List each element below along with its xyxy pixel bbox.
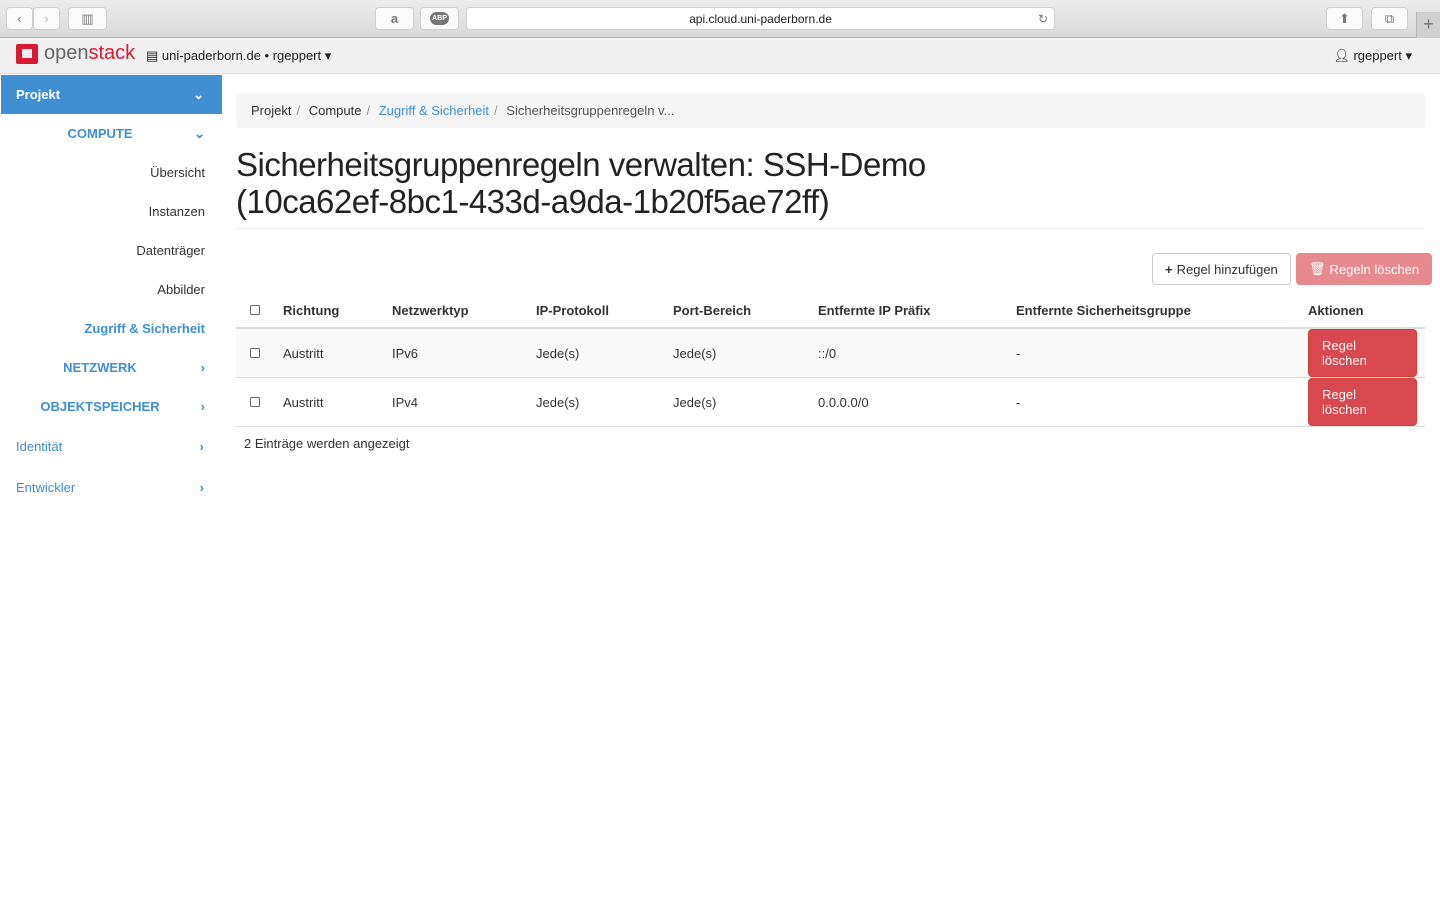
sidebar: Projekt ⌄ COMPUTE ⌄ Übersicht Instanzen Da… bbox=[0, 75, 222, 508]
chevron-right-icon: › bbox=[200, 399, 205, 414]
cell-netzwerktyp: IPv4 bbox=[384, 377, 528, 427]
cell-ip-praefix: 0.0.0.0/0 bbox=[810, 377, 1008, 427]
user-label: rgeppert bbox=[1353, 48, 1402, 63]
user-icon: 👤︎ bbox=[1333, 48, 1354, 63]
cell-port-bereich: Jede(s) bbox=[665, 377, 810, 427]
col-ip-protokoll[interactable]: IP-Protokoll bbox=[528, 293, 665, 329]
sidebar-project-label: Projekt bbox=[16, 87, 61, 102]
col-richtung[interactable]: Richtung bbox=[275, 293, 384, 329]
sidebar-item-uebersicht[interactable]: Übersicht bbox=[0, 153, 222, 192]
openstack-logo[interactable]: open stack bbox=[16, 42, 135, 65]
col-sicherheitsgruppe[interactable]: Entfernte Sicherheitsgruppe bbox=[1008, 293, 1300, 329]
user-menu[interactable]: 👤︎ rgeppert ▾ bbox=[1333, 48, 1412, 64]
sidebar-compute-label: COMPUTE bbox=[67, 126, 133, 141]
table-row: Austritt IPv4 Jede(s) Jede(s) 0.0.0.0/0 … bbox=[236, 377, 1425, 427]
sidebar-netzwerk[interactable]: NETZWERK › bbox=[0, 348, 205, 387]
delete-rules-label: Regeln löschen bbox=[1329, 261, 1420, 277]
caret-down-icon: ▾ bbox=[1401, 48, 1412, 63]
sidebar-compute[interactable]: COMPUTE ⌄ bbox=[0, 114, 206, 153]
browser-toolbar: ‹ › ▥ a ABP api.cloud.uni-paderborn.de ↻ … bbox=[0, 0, 1440, 38]
sidebar-identitaet[interactable]: Identität › bbox=[0, 426, 222, 467]
chevron-right-icon: › bbox=[199, 439, 204, 454]
sidebar-project[interactable]: Projekt ⌄ bbox=[1, 75, 222, 114]
add-rule-label: Regel hinzufügen bbox=[1176, 261, 1278, 277]
server-icon: ▤ bbox=[146, 48, 162, 63]
breadcrumb-projekt: Projekt bbox=[251, 103, 292, 118]
cell-richtung: Austritt bbox=[275, 328, 384, 378]
project-label: uni-paderborn.de • rgeppert bbox=[161, 48, 322, 63]
reload-icon[interactable]: ↻ bbox=[1038, 8, 1048, 30]
share-icon: ⬆ bbox=[1339, 10, 1350, 26]
row-checkbox[interactable] bbox=[250, 347, 260, 358]
col-aktionen: Aktionen bbox=[1300, 293, 1425, 329]
rules-table: Richtung Netzwerktyp IP-Protokoll Port-B… bbox=[236, 293, 1425, 427]
entries-count: 2 Einträge werden angezeigt bbox=[244, 436, 410, 451]
sidebar-toggle-button[interactable]: ▥ bbox=[68, 7, 107, 30]
logo-text-accent: stack bbox=[88, 42, 136, 64]
cell-netzwerktyp: IPv6 bbox=[384, 328, 528, 378]
cell-richtung: Austritt bbox=[275, 377, 384, 427]
col-ip-praefix[interactable]: Entfernte IP Präfix bbox=[810, 293, 1008, 329]
chevron-left-icon: ‹ bbox=[17, 11, 22, 26]
row-checkbox[interactable] bbox=[250, 396, 260, 407]
plus-icon: + bbox=[1165, 261, 1173, 277]
table-row: Austritt IPv6 Jede(s) Jede(s) ::/0 - Reg… bbox=[236, 328, 1425, 378]
new-tab-button[interactable]: + bbox=[1416, 12, 1440, 38]
delete-rule-button[interactable]: Regel löschen bbox=[1308, 378, 1417, 426]
project-selector[interactable]: ▤ uni-paderborn.de • rgeppert ▾ bbox=[146, 48, 331, 64]
breadcrumb: Projekt / Compute / Zugriff & Sicherheit / … bbox=[236, 93, 1425, 128]
openstack-topbar: open stack ▤ uni-paderborn.de • rgeppert … bbox=[0, 38, 1440, 74]
sidebar-item-abbilder[interactable]: Abbilder bbox=[0, 270, 222, 309]
sidebar-objektspeicher[interactable]: OBJEKTSPEICHER › bbox=[0, 387, 205, 426]
title-line-2: (10ca62ef-8bc1-433d-a9da-1b20f5ae72ff) bbox=[236, 183, 830, 220]
sidebar-item-datentraeger[interactable]: Datenträger bbox=[0, 231, 222, 270]
logo-icon bbox=[16, 43, 38, 64]
delete-rule-button[interactable]: Regel löschen bbox=[1308, 329, 1417, 377]
back-button[interactable]: ‹ bbox=[6, 7, 33, 30]
col-netzwerktyp[interactable]: Netzwerktyp bbox=[384, 293, 528, 329]
adblock-button[interactable]: ABP bbox=[420, 7, 459, 30]
url-text: api.cloud.uni-paderborn.de bbox=[689, 12, 832, 26]
amazon-icon: a bbox=[390, 11, 399, 26]
cell-ip-protokoll: Jede(s) bbox=[528, 328, 665, 378]
title-line-1: Sicherheitsgruppenregeln verwalten: SSH-… bbox=[236, 146, 926, 183]
forward-button[interactable]: › bbox=[33, 7, 60, 30]
tabs-button[interactable]: ⧉ bbox=[1371, 7, 1408, 30]
abp-icon: ABP bbox=[430, 12, 449, 25]
cell-sicherheitsgruppe: - bbox=[1008, 328, 1300, 378]
chevron-right-icon: › bbox=[44, 11, 49, 26]
sidebar-item-instanzen[interactable]: Instanzen bbox=[0, 192, 222, 231]
chevron-right-icon: › bbox=[200, 360, 205, 375]
logo-text: open bbox=[44, 42, 89, 64]
add-rule-button[interactable]: + Regel hinzufügen bbox=[1152, 253, 1291, 285]
delete-rules-button[interactable]: 🗑︎ Regeln löschen bbox=[1296, 253, 1433, 285]
chevron-right-icon: › bbox=[199, 480, 204, 495]
breadcrumb-compute: Compute bbox=[308, 103, 362, 118]
tabs-icon: ⧉ bbox=[1384, 10, 1395, 26]
cell-port-bereich: Jede(s) bbox=[665, 328, 810, 378]
share-button[interactable]: ⬆ bbox=[1326, 7, 1363, 30]
chevron-down-icon: ⌄ bbox=[193, 87, 204, 102]
plus-icon: + bbox=[1423, 14, 1434, 34]
address-bar[interactable]: api.cloud.uni-paderborn.de ↻ bbox=[466, 7, 1055, 30]
caret-down-icon: ▾ bbox=[321, 48, 332, 63]
sidebar-objekt-label: OBJEKTSPEICHER bbox=[40, 399, 160, 414]
sidebar-icon: ▥ bbox=[81, 10, 94, 26]
sidebar-item-zugriff-sicherheit[interactable]: Zugriff & Sicherheit bbox=[0, 309, 222, 348]
sidebar-netzwerk-label: NETZWERK bbox=[63, 360, 137, 375]
breadcrumb-zugriff[interactable]: Zugriff & Sicherheit bbox=[379, 103, 489, 118]
col-port-bereich[interactable]: Port-Bereich bbox=[665, 293, 810, 329]
cell-ip-protokoll: Jede(s) bbox=[528, 377, 665, 427]
amazon-extension-button[interactable]: a bbox=[375, 7, 414, 30]
breadcrumb-current: Sicherheitsgruppenregeln v... bbox=[506, 103, 675, 118]
sidebar-identitaet-label: Identität bbox=[16, 439, 63, 454]
sidebar-entwickler[interactable]: Entwickler › bbox=[0, 467, 222, 508]
chevron-down-icon: ⌄ bbox=[194, 126, 205, 141]
sidebar-entwickler-label: Entwickler bbox=[16, 480, 76, 495]
cell-ip-praefix: ::/0 bbox=[810, 328, 1008, 378]
select-all-checkbox[interactable] bbox=[250, 304, 260, 315]
trash-icon: 🗑︎ bbox=[1309, 261, 1326, 276]
cell-sicherheitsgruppe: - bbox=[1008, 377, 1300, 427]
page-title: Sicherheitsgruppenregeln verwalten: SSH-… bbox=[236, 146, 1425, 229]
